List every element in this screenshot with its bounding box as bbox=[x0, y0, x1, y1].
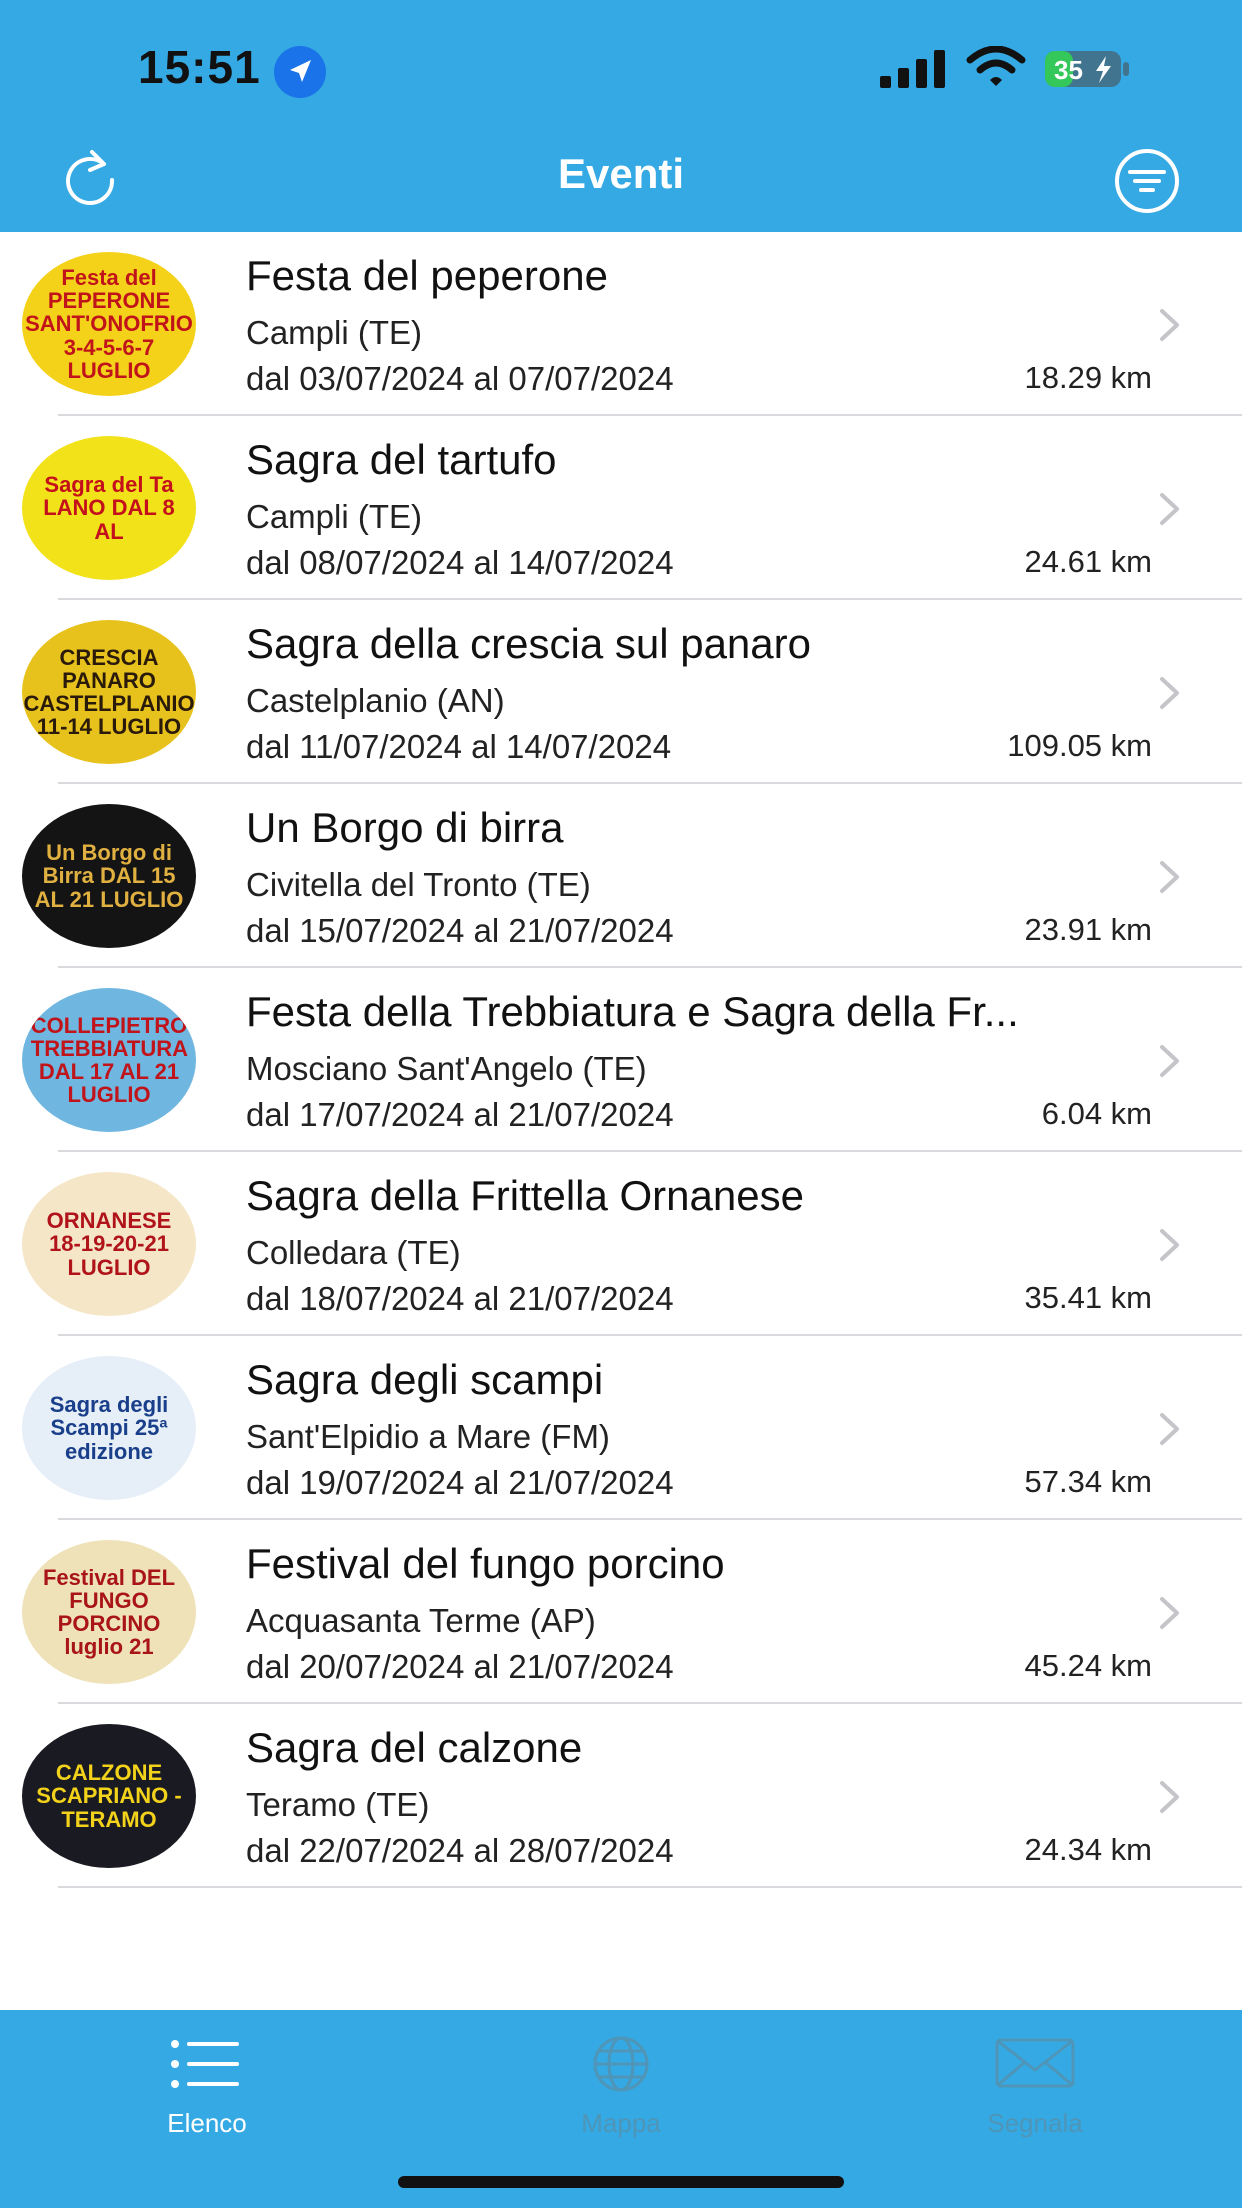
event-thumbnail-text: CRESCIA PANARO CASTELPLANIO 11-14 LUGLIO bbox=[23, 644, 195, 740]
event-title: Festa della Trebbiatura e Sagra della Fr… bbox=[246, 988, 1019, 1035]
event-distance: 18.29 km bbox=[1024, 360, 1152, 395]
row-separator bbox=[58, 1886, 1242, 1888]
event-dates: dal 19/07/2024 al 21/07/2024 bbox=[246, 1464, 674, 1501]
event-dates: dal 03/07/2024 al 07/07/2024 bbox=[246, 360, 674, 397]
event-row[interactable]: COLLEPIETRO TREBBIATURA DAL 17 AL 21 LUG… bbox=[0, 968, 1242, 1152]
event-title: Festival del fungo porcino bbox=[246, 1540, 725, 1587]
event-dates: dal 20/07/2024 al 21/07/2024 bbox=[246, 1648, 674, 1685]
event-place: Castelplanio (AN) bbox=[246, 682, 505, 719]
battery-icon: 35 bbox=[1045, 51, 1129, 87]
chevron-right-icon bbox=[1160, 1045, 1179, 1077]
event-list: Festa del PEPERONE SANT'ONOFRIO 3-4-5-6-… bbox=[0, 232, 1242, 1888]
event-place: Colledara (TE) bbox=[246, 1234, 461, 1271]
event-thumbnail-text: Festa del PEPERONE SANT'ONOFRIO 3-4-5-6-… bbox=[25, 265, 193, 383]
list-icon bbox=[171, 2040, 239, 2088]
event-dates: dal 22/07/2024 al 28/07/2024 bbox=[246, 1832, 674, 1869]
event-thumbnail: CALZONE SCAPRIANO - TERAMO bbox=[22, 1724, 196, 1868]
event-thumbnail-text: Festival DEL FUNGO PORCINO luglio 21 bbox=[42, 1564, 176, 1660]
event-title: Sagra del tartufo bbox=[246, 436, 557, 483]
nav-bar: Eventi bbox=[0, 120, 1242, 232]
event-distance: 24.34 km bbox=[1024, 1832, 1152, 1867]
tab-mappa[interactable]: Mappa bbox=[414, 2010, 828, 2150]
filter-icon[interactable] bbox=[1114, 148, 1180, 214]
event-place: Mosciano Sant'Angelo (TE) bbox=[246, 1050, 647, 1087]
event-place: Civitella del Tronto (TE) bbox=[246, 866, 591, 903]
event-row[interactable]: Un Borgo di Birra DAL 15 AL 21 LUGLIO Un… bbox=[0, 784, 1242, 968]
tab-segnala-label: Segnala bbox=[987, 2108, 1083, 2138]
event-place: Campli (TE) bbox=[246, 498, 423, 535]
envelope-icon bbox=[995, 2038, 1075, 2088]
event-distance: 24.61 km bbox=[1024, 544, 1152, 579]
status-bar: 15:51 35 bbox=[0, 0, 1242, 120]
event-thumbnail: Un Borgo di Birra DAL 15 AL 21 LUGLIO bbox=[22, 804, 196, 948]
chevron-right-icon bbox=[1160, 309, 1179, 341]
event-title: Sagra del calzone bbox=[246, 1724, 583, 1771]
event-dates: dal 17/07/2024 al 21/07/2024 bbox=[246, 1096, 674, 1133]
event-thumbnail-text: Un Borgo di Birra DAL 15 AL 21 LUGLIO bbox=[34, 840, 184, 912]
event-dates: dal 08/07/2024 al 14/07/2024 bbox=[246, 544, 674, 581]
event-row[interactable]: CRESCIA PANARO CASTELPLANIO 11-14 LUGLIO… bbox=[0, 600, 1242, 784]
chevron-right-icon bbox=[1160, 493, 1179, 525]
event-title: Sagra degli scampi bbox=[246, 1356, 604, 1403]
event-thumbnail-text: Sagra degli Scampi 25ª edizione bbox=[49, 1392, 169, 1464]
battery-percent: 35 bbox=[1054, 55, 1083, 85]
chevron-right-icon bbox=[1160, 1413, 1179, 1445]
globe-icon bbox=[593, 2036, 649, 2092]
event-distance: 35.41 km bbox=[1024, 1280, 1152, 1315]
event-dates: dal 18/07/2024 al 21/07/2024 bbox=[246, 1280, 674, 1317]
event-row[interactable]: Festival DEL FUNGO PORCINO luglio 21 Fes… bbox=[0, 1520, 1242, 1704]
event-thumbnail-text: ORNANESE 18-19-20-21 LUGLIO bbox=[46, 1208, 172, 1280]
chevron-right-icon bbox=[1160, 1781, 1179, 1813]
location-arrow-icon bbox=[274, 46, 326, 98]
event-thumbnail: ORNANESE 18-19-20-21 LUGLIO bbox=[22, 1172, 196, 1316]
chevron-right-icon bbox=[1160, 1229, 1179, 1261]
event-thumbnail: Sagra del Ta LANO DAL 8 AL bbox=[22, 436, 196, 580]
event-thumbnail: Sagra degli Scampi 25ª edizione bbox=[22, 1356, 196, 1500]
event-row[interactable]: ORNANESE 18-19-20-21 LUGLIO Sagra della … bbox=[0, 1152, 1242, 1336]
event-dates: dal 15/07/2024 al 21/07/2024 bbox=[246, 912, 674, 949]
event-distance: 45.24 km bbox=[1024, 1648, 1152, 1683]
event-row[interactable]: Sagra degli Scampi 25ª edizione Sagra de… bbox=[0, 1336, 1242, 1520]
event-title: Un Borgo di birra bbox=[246, 804, 564, 851]
event-place: Acquasanta Terme (AP) bbox=[246, 1602, 596, 1639]
home-indicator bbox=[398, 2176, 844, 2188]
status-time: 15:51 bbox=[138, 41, 261, 93]
event-row[interactable]: Sagra del Ta LANO DAL 8 AL Sagra del tar… bbox=[0, 416, 1242, 600]
tab-segnala[interactable]: Segnala bbox=[828, 2010, 1242, 2150]
chevron-right-icon bbox=[1160, 1597, 1179, 1629]
event-thumbnail-text: Sagra del Ta LANO DAL 8 AL bbox=[43, 472, 175, 544]
event-distance: 6.04 km bbox=[1041, 1096, 1152, 1131]
event-thumbnail-text: COLLEPIETRO TREBBIATURA DAL 17 AL 21 LUG… bbox=[30, 1012, 189, 1108]
page-title: Eventi bbox=[557, 150, 685, 197]
event-distance: 23.91 km bbox=[1024, 912, 1152, 947]
event-thumbnail-text: CALZONE SCAPRIANO - TERAMO bbox=[36, 1760, 182, 1832]
event-thumbnail: CRESCIA PANARO CASTELPLANIO 11-14 LUGLIO bbox=[22, 620, 196, 764]
event-distance: 57.34 km bbox=[1024, 1464, 1152, 1499]
event-thumbnail: Festa del PEPERONE SANT'ONOFRIO 3-4-5-6-… bbox=[22, 252, 196, 396]
event-place: Campli (TE) bbox=[246, 314, 423, 351]
event-distance: 109.05 km bbox=[1007, 728, 1152, 763]
wifi-icon bbox=[966, 46, 1026, 86]
tab-mappa-label: Mappa bbox=[581, 2108, 661, 2138]
event-title: Sagra della crescia sul panaro bbox=[246, 620, 811, 667]
event-title: Festa del peperone bbox=[246, 252, 608, 299]
event-row[interactable]: CALZONE SCAPRIANO - TERAMO Sagra del cal… bbox=[0, 1704, 1242, 1888]
battery-indicator: 35 bbox=[1044, 50, 1130, 88]
event-title: Sagra della Frittella Ornanese bbox=[246, 1172, 804, 1219]
cellular-signal-icon bbox=[880, 50, 945, 88]
event-row[interactable]: Festa del PEPERONE SANT'ONOFRIO 3-4-5-6-… bbox=[0, 232, 1242, 416]
event-place: Teramo (TE) bbox=[246, 1786, 430, 1823]
chevron-right-icon bbox=[1160, 677, 1179, 709]
event-place: Sant'Elpidio a Mare (FM) bbox=[246, 1418, 610, 1455]
chevron-right-icon bbox=[1160, 861, 1179, 893]
tab-elenco[interactable]: Elenco bbox=[0, 2010, 414, 2150]
tab-elenco-label: Elenco bbox=[167, 2108, 247, 2138]
event-dates: dal 11/07/2024 al 14/07/2024 bbox=[246, 728, 672, 765]
event-thumbnail: COLLEPIETRO TREBBIATURA DAL 17 AL 21 LUG… bbox=[22, 988, 196, 1132]
event-thumbnail: Festival DEL FUNGO PORCINO luglio 21 bbox=[22, 1540, 196, 1684]
